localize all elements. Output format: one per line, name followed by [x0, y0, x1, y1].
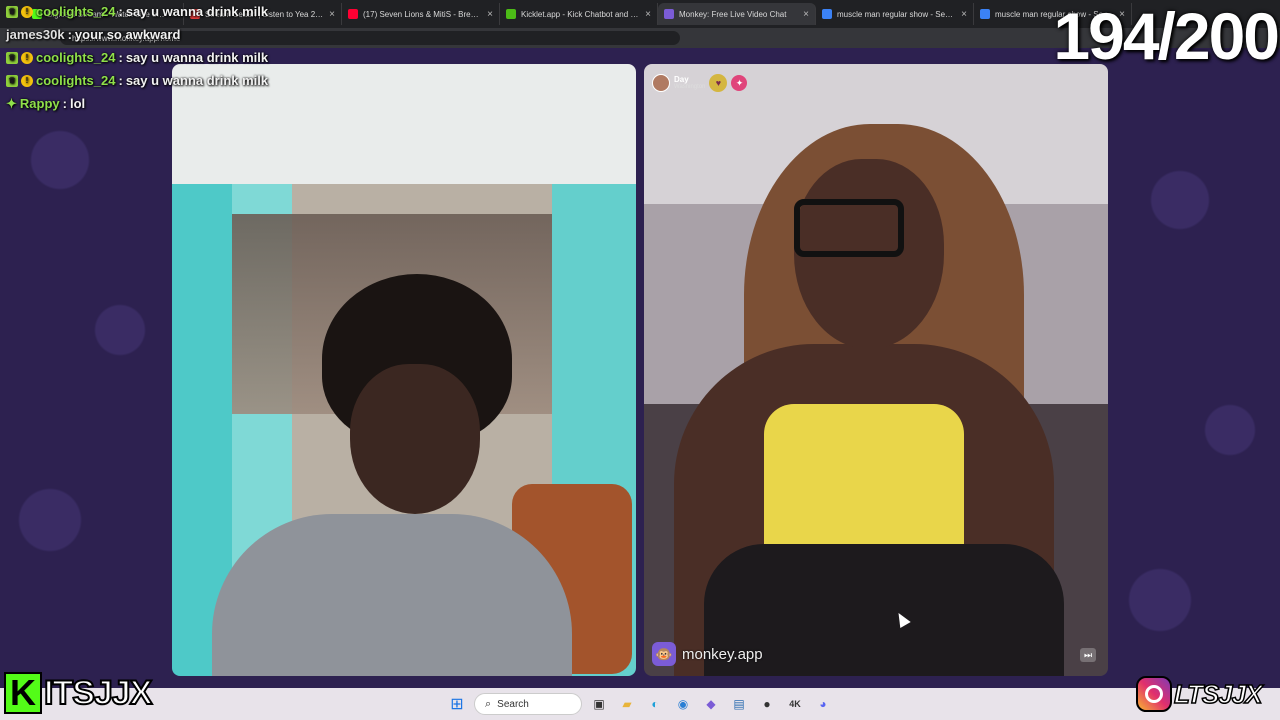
remote-user-chip[interactable]: Day Washington ♥ ✦ — [652, 72, 748, 94]
tab-title: Kicklet.app - Kick Chatbot and Ov — [521, 9, 641, 19]
glasses — [794, 199, 904, 257]
browser-tab[interactable]: (17) Seven Lions & MitiS - Break T × — [342, 3, 500, 25]
kick-logo: K ITSJJX — [4, 672, 153, 714]
capture-icon[interactable]: 4K — [784, 693, 806, 715]
tab-title: (17) Seven Lions & MitiS - Break T — [363, 9, 483, 19]
close-icon[interactable]: × — [961, 9, 967, 20]
taskbar-search[interactable]: ⌕ Search — [474, 693, 582, 715]
kick-k-icon: K — [4, 672, 42, 714]
chat-text: say u wanna drink milk — [125, 50, 269, 65]
goal-counter: 194/200 — [1053, 0, 1280, 73]
chat-username: Rappy — [19, 96, 60, 111]
chat-message: ✦ Rappy: lol — [6, 92, 326, 115]
remote-user-avatar — [652, 74, 670, 92]
remote-user-name: Day — [674, 75, 689, 84]
sparkle-badge-icon: ✦ — [6, 95, 17, 111]
windows-start-icon[interactable]: ⊞ — [446, 693, 468, 715]
chat-message: ♛! coolights_24: say u wanna drink milk — [6, 69, 326, 92]
tab-favicon — [980, 9, 990, 19]
chat-message: ♛! coolights_24: say u wanna drink milk — [6, 46, 326, 69]
edge-browser-icon[interactable]: ◐ — [644, 693, 666, 715]
crown-badge-icon: ♛ — [6, 51, 18, 64]
watermark-text: monkey.app — [682, 645, 763, 663]
chat-separator: : — [118, 4, 123, 19]
search-icon: ⌕ — [485, 697, 492, 710]
chat-text: say u wanna drink milk — [125, 73, 269, 88]
chat-overlay: ♛! coolights_24: say u wanna drink milk jam… — [6, 0, 326, 115]
remote-video-panel: Day Washington ♥ ✦ 🐵 monkey.app ⏭ — [644, 64, 1108, 676]
tab-favicon — [664, 9, 674, 19]
monkey-watermark: 🐵 monkey.app — [652, 642, 763, 666]
instagram-handle: LTSJJX — [1173, 678, 1263, 710]
instagram-icon — [1136, 676, 1172, 712]
remote-user-location: Washington — [674, 84, 706, 90]
chat-separator: : — [62, 96, 67, 111]
tab-favicon — [822, 9, 832, 19]
tab-title: muscle man regular show - Search — [837, 9, 957, 19]
chrome-icon[interactable]: ◉ — [672, 693, 694, 715]
streamer-body — [212, 514, 572, 676]
chat-username: james30k — [6, 27, 65, 42]
chat-message: james30k: your so awkward — [6, 23, 326, 46]
gift-icon[interactable]: ✦ — [731, 75, 748, 91]
crown-badge-icon: ♛ — [6, 74, 18, 87]
close-icon[interactable]: × — [645, 9, 651, 20]
local-video-panel — [172, 64, 636, 676]
task-view-icon[interactable]: ▣ — [588, 693, 610, 715]
founder-badge-icon: ! — [21, 74, 33, 87]
chat-text: say u wanna drink milk — [125, 4, 269, 19]
obs-icon[interactable]: ● — [756, 693, 778, 715]
file-explorer-icon[interactable]: ▰ — [616, 693, 638, 715]
chat-username: coolights_24 — [36, 50, 116, 65]
monkey-icon: 🐵 — [652, 642, 676, 666]
chat-username: coolights_24 — [36, 73, 116, 88]
chat-message: ♛! coolights_24: say u wanna drink milk — [6, 0, 326, 23]
heart-icon[interactable]: ♥ — [709, 74, 728, 92]
browser-tab[interactable]: muscle man regular show - Search × — [816, 3, 974, 25]
chat-separator: : — [118, 50, 123, 65]
founder-badge-icon: ! — [21, 51, 33, 64]
kick-handle: ITSJJX — [43, 673, 153, 713]
founder-badge-icon: ! — [21, 5, 33, 18]
store-icon[interactable]: ▤ — [728, 693, 750, 715]
chat-separator: : — [118, 73, 123, 88]
tab-favicon — [506, 9, 516, 19]
browser-tab[interactable]: Monkey: Free Live Video Chat × — [658, 3, 816, 25]
taskbar-search-label: Search — [497, 698, 529, 710]
close-icon[interactable]: × — [329, 9, 335, 20]
chat-text: lol — [69, 96, 86, 111]
browser-tab[interactable]: Kicklet.app - Kick Chatbot and Ov × — [500, 3, 658, 25]
tab-favicon — [348, 9, 358, 19]
close-icon[interactable]: × — [487, 9, 493, 20]
close-icon[interactable]: × — [803, 9, 809, 20]
chat-text: your so awkward — [74, 27, 181, 42]
streamer-face — [350, 364, 480, 514]
app-icon[interactable]: ◆ — [700, 693, 722, 715]
crown-badge-icon: ♛ — [6, 5, 18, 18]
discord-icon[interactable]: ◕ — [812, 693, 834, 715]
chat-username: coolights_24 — [36, 4, 116, 19]
chat-separator: : — [67, 27, 72, 42]
windows-taskbar: ⊞ ⌕ Search ▣ ▰ ◐ ◉ ◆ ▤ ● 4K ◕ — [0, 688, 1280, 720]
skip-icon[interactable]: ⏭ — [1080, 648, 1096, 662]
tab-title: Monkey: Free Live Video Chat — [679, 9, 787, 19]
instagram-logo: LTSJJX — [1136, 676, 1263, 712]
